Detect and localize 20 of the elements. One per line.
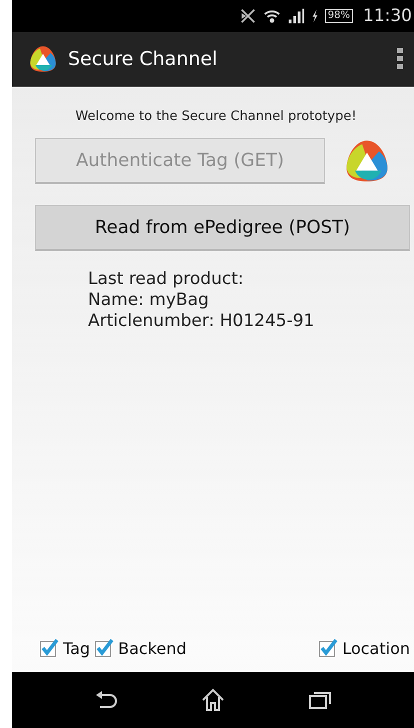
product-info-text: Articlenumber: H01245-91 [88,311,316,332]
signal-icon [286,7,305,25]
checkbox[interactable] [39,638,59,658]
product-info-text: Last read product: [88,269,245,290]
read-button[interactable]: Read from ePedigree (POST) [35,205,410,251]
menu-icon[interactable] [396,47,404,71]
clock-time: 11:30 [363,6,412,26]
welcome-text: Welcome to the Secure Channel prototype! [74,109,358,124]
checkbox-label: Tag [63,638,90,658]
checkbox[interactable] [94,638,114,658]
app-title: Secure Channel [68,48,218,70]
checkbox-label: Backend [118,638,187,658]
app-logo-icon [28,44,58,74]
product-info-text: Name: myBag [88,290,210,311]
checkbox-label: Location [342,638,410,658]
checkbox[interactable] [318,638,338,658]
home-icon[interactable] [200,688,225,712]
battery-level: 98% [324,9,353,23]
bluetooth-off-icon [238,7,257,25]
charging-icon [310,8,319,24]
